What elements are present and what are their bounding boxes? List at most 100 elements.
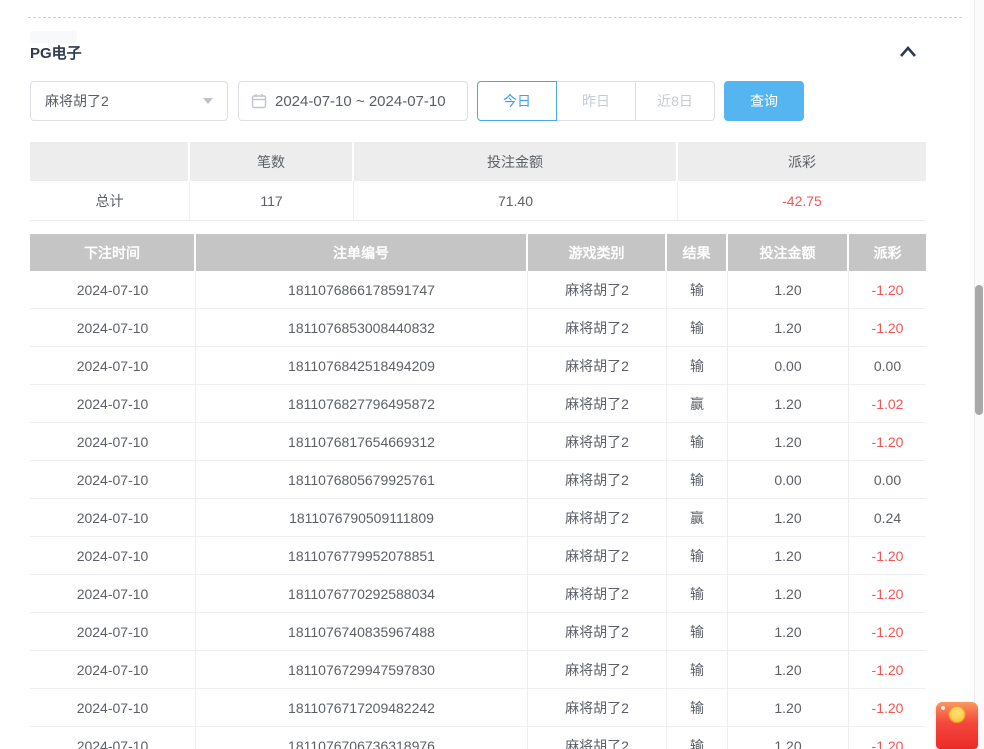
table-row: 2024-07-10 1811076729947597830 麻将胡了2 输 1…: [30, 651, 926, 689]
bet-amount-cell: 1.20: [728, 309, 849, 346]
date-range-value: 2024-07-10 ~ 2024-07-10: [275, 93, 446, 110]
table-row: 2024-07-10 1811076827796495872 麻将胡了2 赢 1…: [30, 385, 926, 423]
payout-cell: 0.00: [849, 461, 926, 498]
detail-header-bet-time: 下注时间: [30, 234, 196, 271]
payout-cell: -1.20: [849, 727, 926, 749]
result-cell: 输: [667, 613, 728, 650]
bet-amount-cell: 1.20: [728, 271, 849, 308]
detail-header-payout: 派彩: [849, 234, 926, 271]
detail-header-game-type: 游戏类别: [528, 234, 667, 271]
order-id-cell: 1811076805679925761: [196, 461, 528, 498]
order-id-cell: 1811076827796495872: [196, 385, 528, 422]
order-id-cell: 1811076706736318976: [196, 727, 528, 749]
game-type-cell: 麻将胡了2: [528, 651, 667, 688]
result-cell: 输: [667, 347, 728, 384]
chevron-down-icon: [203, 98, 213, 104]
order-id-cell: 1811076790509111809: [196, 499, 528, 536]
result-cell: 输: [667, 423, 728, 460]
collapse-section-button[interactable]: [894, 40, 922, 64]
payout-cell: -1.20: [849, 575, 926, 612]
detail-table: 下注时间 注单编号 游戏类别 结果 投注金额 派彩 2024-07-10 181…: [30, 234, 926, 749]
summary-header-payout: 派彩: [678, 142, 926, 181]
table-row: 2024-07-10 1811076779952078851 麻将胡了2 输 1…: [30, 537, 926, 575]
order-id-cell: 1811076853008440832: [196, 309, 528, 346]
betting-records-panel: PG电子 麻将胡了2 2024-07-10 ~ 2024-07-10 今日 昨日…: [0, 0, 984, 749]
bet-amount-cell: 1.20: [728, 575, 849, 612]
detail-header-bet-amount: 投注金额: [728, 234, 849, 271]
payout-cell: -1.20: [849, 271, 926, 308]
result-cell: 输: [667, 309, 728, 346]
last-8-days-button[interactable]: 近8日: [635, 81, 715, 121]
payout-cell: -1.02: [849, 385, 926, 422]
bet-time-cell: 2024-07-10: [30, 423, 196, 460]
payout-cell: -1.20: [849, 537, 926, 574]
detail-header-row: 下注时间 注单编号 游戏类别 结果 投注金额 派彩: [30, 234, 926, 271]
yesterday-button[interactable]: 昨日: [556, 81, 636, 121]
bet-time-cell: 2024-07-10: [30, 651, 196, 688]
table-row: 2024-07-10 1811076790509111809 麻将胡了2 赢 1…: [30, 499, 926, 537]
game-type-cell: 麻将胡了2: [528, 385, 667, 422]
summary-payout-value: -42.75: [678, 181, 926, 220]
gold-coin-icon: [949, 706, 966, 723]
payout-cell: 0.24: [849, 499, 926, 536]
result-cell: 输: [667, 461, 728, 498]
result-cell: 赢: [667, 385, 728, 422]
bet-time-cell: 2024-07-10: [30, 309, 196, 346]
result-cell: 输: [667, 689, 728, 726]
red-envelope-button[interactable]: [936, 702, 978, 749]
bet-time-cell: 2024-07-10: [30, 461, 196, 498]
bet-time-cell: 2024-07-10: [30, 499, 196, 536]
detail-table-body: 2024-07-10 1811076866178591747 麻将胡了2 输 1…: [30, 271, 926, 749]
calendar-icon: [251, 93, 267, 109]
envelope-gleam: [941, 706, 945, 710]
order-id-cell: 1811076740835967488: [196, 613, 528, 650]
bet-amount-cell: 1.20: [728, 385, 849, 422]
table-row: 2024-07-10 1811076842518494209 麻将胡了2 输 0…: [30, 347, 926, 385]
summary-header-row: 笔数 投注金额 派彩: [30, 142, 926, 181]
result-cell: 输: [667, 537, 728, 574]
bet-time-cell: 2024-07-10: [30, 613, 196, 650]
game-select-value: 麻将胡了2: [45, 91, 109, 111]
summary-count-value: 117: [190, 181, 354, 220]
game-type-cell: 麻将胡了2: [528, 575, 667, 612]
scrollbar-thumb[interactable]: [975, 285, 983, 415]
payout-cell: -1.20: [849, 309, 926, 346]
bet-amount-cell: 0.00: [728, 461, 849, 498]
table-row: 2024-07-10 1811076866178591747 麻将胡了2 输 1…: [30, 271, 926, 309]
detail-header-order-id: 注单编号: [196, 234, 528, 271]
payout-cell: -1.20: [849, 613, 926, 650]
bet-amount-cell: 1.20: [728, 499, 849, 536]
quick-date-button-group: 今日 昨日 近8日: [477, 81, 715, 121]
bet-time-cell: 2024-07-10: [30, 575, 196, 612]
payout-cell: -1.20: [849, 423, 926, 460]
payout-cell: -1.20: [849, 689, 926, 726]
bet-time-cell: 2024-07-10: [30, 347, 196, 384]
summary-header-blank: [30, 142, 190, 181]
bet-amount-cell: 0.00: [728, 347, 849, 384]
dashed-divider: [28, 17, 962, 18]
summary-total-row: 总计 117 71.40 -42.75: [30, 181, 926, 221]
game-type-cell: 麻将胡了2: [528, 499, 667, 536]
game-type-cell: 麻将胡了2: [528, 461, 667, 498]
today-button[interactable]: 今日: [477, 81, 557, 121]
game-type-cell: 麻将胡了2: [528, 271, 667, 308]
order-id-cell: 1811076729947597830: [196, 651, 528, 688]
game-type-cell: 麻将胡了2: [528, 347, 667, 384]
bet-time-cell: 2024-07-10: [30, 537, 196, 574]
summary-table: 笔数 投注金额 派彩 总计 117 71.40 -42.75: [30, 142, 926, 221]
query-button[interactable]: 查询: [724, 81, 804, 121]
game-type-cell: 麻将胡了2: [528, 423, 667, 460]
table-row: 2024-07-10 1811076717209482242 麻将胡了2 输 1…: [30, 689, 926, 727]
summary-header-count: 笔数: [190, 142, 354, 181]
date-range-input[interactable]: 2024-07-10 ~ 2024-07-10: [238, 81, 468, 121]
order-id-cell: 1811076842518494209: [196, 347, 528, 384]
order-id-cell: 1811076717209482242: [196, 689, 528, 726]
result-cell: 赢: [667, 499, 728, 536]
order-id-cell: 1811076779952078851: [196, 537, 528, 574]
bet-amount-cell: 1.20: [728, 727, 849, 749]
game-select[interactable]: 麻将胡了2: [30, 81, 228, 121]
table-row: 2024-07-10 1811076706736318976 麻将胡了2 输 1…: [30, 727, 926, 749]
result-cell: 输: [667, 727, 728, 749]
game-type-cell: 麻将胡了2: [528, 537, 667, 574]
bet-time-cell: 2024-07-10: [30, 689, 196, 726]
